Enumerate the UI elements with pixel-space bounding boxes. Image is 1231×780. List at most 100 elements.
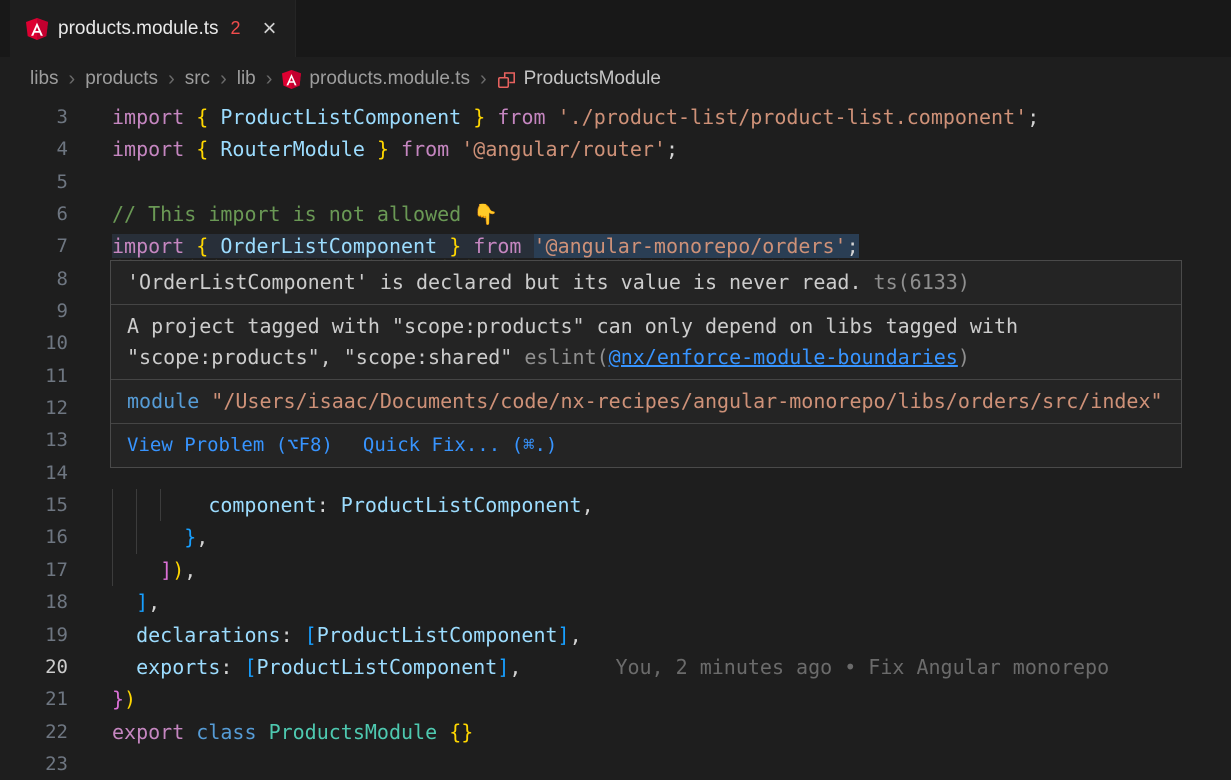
- eslint-rule-link[interactable]: @nx/enforce-module-boundaries: [609, 345, 958, 369]
- line-number[interactable]: 14: [0, 457, 112, 489]
- line-number[interactable]: 3: [0, 101, 112, 133]
- breadcrumb-item-src[interactable]: src: [185, 68, 210, 90]
- code-text: ]),: [112, 554, 196, 586]
- line-number[interactable]: 8: [0, 263, 112, 295]
- line-number[interactable]: 23: [0, 748, 112, 780]
- code-token: }: [473, 105, 485, 129]
- code-token: ]: [136, 590, 148, 614]
- code-token: export: [112, 720, 184, 744]
- line-number[interactable]: 19: [0, 619, 112, 651]
- line-number[interactable]: 18: [0, 586, 112, 618]
- code-line[interactable]: 3import { ProductListComponent } from '.…: [0, 101, 1231, 133]
- code-text: import { RouterModule } from '@angular/r…: [112, 133, 678, 165]
- code-token: [232, 655, 244, 679]
- breadcrumb-item-products[interactable]: products: [85, 68, 158, 90]
- code-token: [184, 105, 196, 129]
- code-text: exports: [ProductListComponent],You, 2 m…: [112, 651, 1109, 683]
- chevron-right-icon: ›: [266, 68, 273, 91]
- code-text: export class ProductsModule {}: [112, 716, 473, 748]
- code-token: ]: [558, 623, 570, 647]
- code-token: [184, 137, 196, 161]
- code-token: :: [281, 623, 293, 647]
- code-token: ProductListComponent: [257, 655, 498, 679]
- code-line[interactable]: 15component: ProductListComponent,: [0, 489, 1231, 521]
- line-number[interactable]: 16: [0, 521, 112, 553]
- line-number[interactable]: 9: [0, 295, 112, 327]
- breadcrumb-item-symbol[interactable]: ProductsModule: [497, 68, 661, 90]
- code-token: ,: [509, 655, 521, 679]
- code-token: {}: [449, 720, 473, 744]
- line-number[interactable]: 11: [0, 360, 112, 392]
- line-number[interactable]: 13: [0, 424, 112, 456]
- code-token: [: [244, 655, 256, 679]
- line-number[interactable]: 10: [0, 327, 112, 359]
- class-symbol-icon: [497, 70, 516, 89]
- code-token: ,: [582, 493, 594, 517]
- module-info: module "/Users/isaac/Documents/code/nx-r…: [111, 380, 1181, 424]
- code-line[interactable]: 20exports: [ProductListComponent],You, 2…: [0, 651, 1231, 683]
- line-number[interactable]: 4: [0, 133, 112, 165]
- editor[interactable]: 3import { ProductListComponent } from '.…: [0, 101, 1231, 780]
- line-number[interactable]: 17: [0, 554, 112, 586]
- code-token: [461, 234, 473, 258]
- quick-fix-action[interactable]: Quick Fix... (⌘.): [363, 430, 557, 461]
- line-number[interactable]: 21: [0, 683, 112, 715]
- chevron-right-icon: ›: [480, 68, 487, 91]
- code-token: }: [112, 687, 124, 711]
- code-token: [184, 489, 208, 521]
- code-token: [112, 586, 136, 618]
- code-line[interactable]: 23: [0, 748, 1231, 780]
- line-number[interactable]: 6: [0, 198, 112, 230]
- line-number[interactable]: 22: [0, 716, 112, 748]
- tab-problem-badge: 2: [231, 18, 241, 39]
- code-token: component: [208, 493, 316, 517]
- code-line[interactable]: 21}): [0, 683, 1231, 715]
- code-token: ,: [196, 525, 208, 549]
- code-token: import: [112, 105, 184, 129]
- code-token: ;: [1027, 105, 1039, 129]
- code-token: [485, 105, 497, 129]
- code-token: ;: [847, 234, 859, 258]
- code-token: [208, 234, 220, 258]
- code-token: ): [124, 687, 136, 711]
- code-token: ,: [148, 590, 160, 614]
- code-line[interactable]: 5: [0, 166, 1231, 198]
- code-token: [329, 493, 341, 517]
- close-icon[interactable]: ×: [263, 17, 277, 41]
- line-number[interactable]: 7: [0, 230, 112, 262]
- line-number[interactable]: 5: [0, 166, 112, 198]
- hover-popup: 'OrderListComponent' is declared but its…: [110, 260, 1182, 468]
- code-token: [: [305, 623, 317, 647]
- code-token: import: [112, 137, 184, 161]
- code-line[interactable]: 22export class ProductsModule {}: [0, 716, 1231, 748]
- code-text: component: ProductListComponent,: [112, 489, 594, 521]
- breadcrumb-item-libs[interactable]: libs: [30, 68, 59, 90]
- code-line[interactable]: 6// This import is not allowed 👇: [0, 198, 1231, 230]
- tab-products-module[interactable]: products.module.ts 2 ×: [10, 0, 296, 57]
- code-token: [160, 489, 184, 521]
- code-token: [389, 137, 401, 161]
- code-line[interactable]: 17]),: [0, 554, 1231, 586]
- code-line[interactable]: 4import { RouterModule } from '@angular/…: [0, 133, 1231, 165]
- code-line[interactable]: 19declarations: [ProductListComponent],: [0, 619, 1231, 651]
- code-line[interactable]: 7import { OrderListComponent } from '@an…: [0, 230, 1231, 262]
- code-token: [461, 105, 473, 129]
- code-token: [437, 720, 449, 744]
- line-number[interactable]: 12: [0, 392, 112, 424]
- line-number[interactable]: 15: [0, 489, 112, 521]
- code-text: }): [112, 683, 136, 715]
- eslint-source-suffix: ): [958, 345, 970, 369]
- code-token: [365, 137, 377, 161]
- code-line[interactable]: 18],: [0, 586, 1231, 618]
- code-token: }: [377, 137, 389, 161]
- view-problem-action[interactable]: View Problem (⌥F8): [127, 430, 333, 461]
- breadcrumb-item-file[interactable]: products.module.ts: [282, 68, 470, 90]
- line-number[interactable]: 20: [0, 651, 112, 683]
- code-token: from: [401, 137, 449, 161]
- breadcrumb-item-lib[interactable]: lib: [237, 68, 256, 90]
- code-token: }: [449, 234, 461, 258]
- code-token: import: [112, 234, 184, 258]
- code-token: [112, 521, 136, 553]
- code-token: ProductListComponent: [341, 493, 582, 517]
- code-line[interactable]: 16},: [0, 521, 1231, 553]
